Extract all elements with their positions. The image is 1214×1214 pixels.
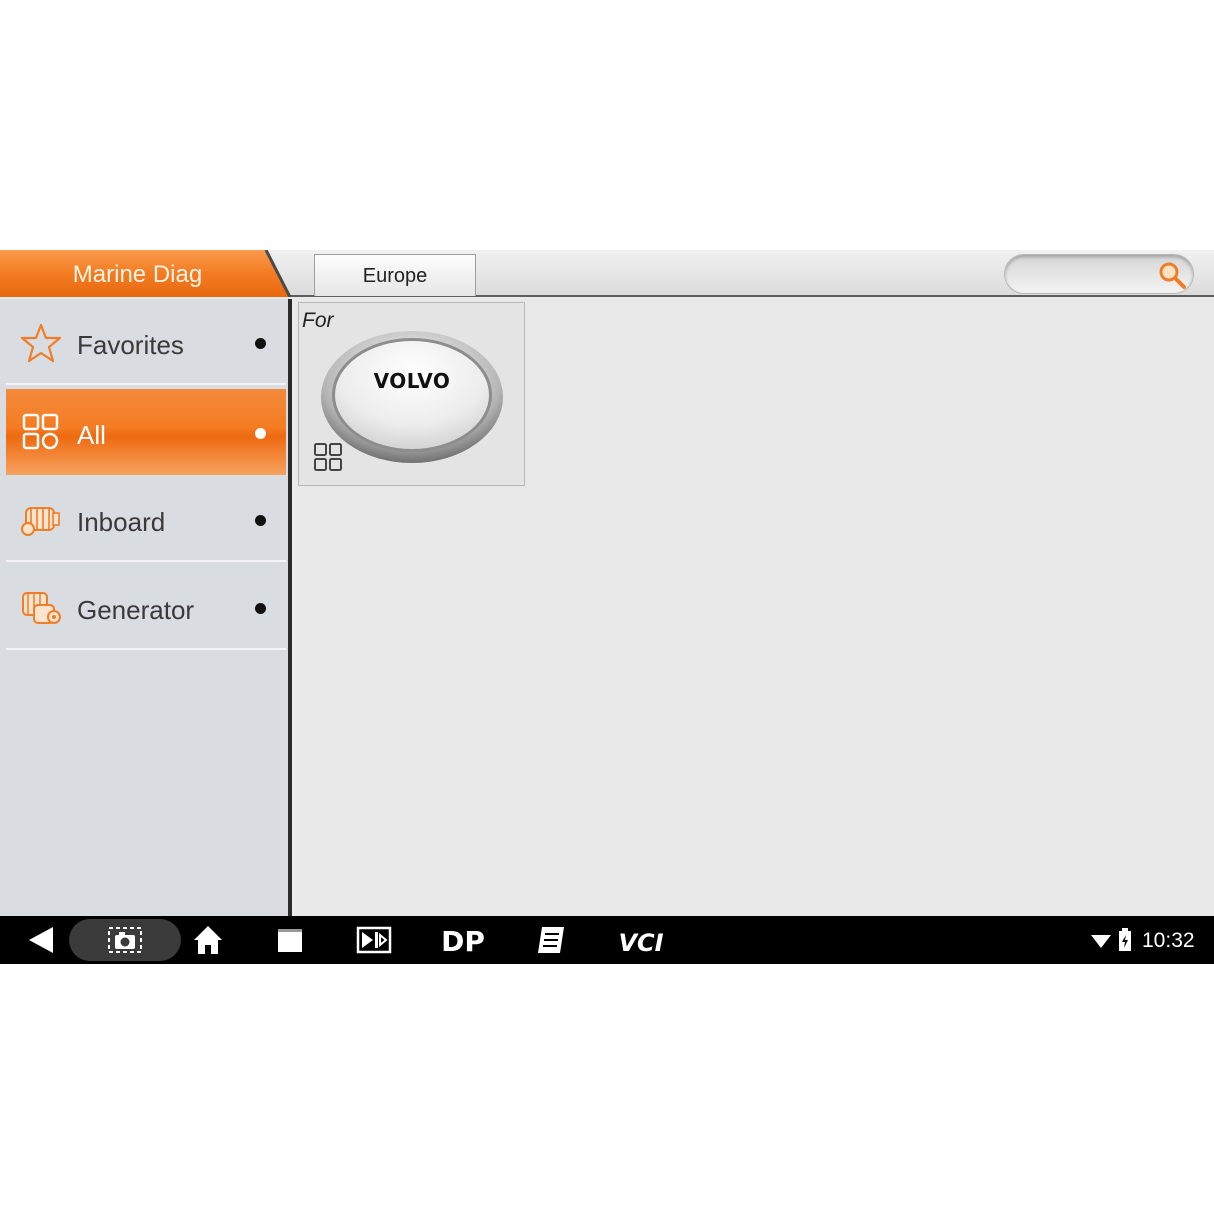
item-indicator-dot [255, 428, 266, 439]
sidebar-item-label: Favorites [77, 330, 184, 360]
vci-label: VCI [618, 929, 663, 957]
app-title-tab: Marine Diag [0, 250, 292, 297]
grid-icon [22, 413, 59, 450]
search-input[interactable] [1004, 254, 1194, 294]
screenshot-icon [108, 927, 142, 953]
category-sidebar: Favorites All Inboard Generator [0, 299, 292, 916]
home-icon[interactable] [192, 923, 224, 957]
status-time: 10:32 [1142, 929, 1195, 952]
volvo-logo-icon [321, 331, 503, 463]
sidebar-item-inboard[interactable]: Inboard [6, 476, 286, 562]
sidebar-item-favorites[interactable]: Favorites [6, 299, 286, 385]
vci-icon[interactable]: VCI [618, 923, 664, 957]
search-icon[interactable] [1157, 260, 1187, 290]
grid-icon [314, 443, 342, 471]
item-indicator-dot [255, 515, 266, 526]
sidebar-item-generator[interactable]: Generator [6, 564, 286, 650]
dp-icon[interactable]: DP [437, 923, 489, 957]
sidebar-item-all[interactable]: All [6, 389, 286, 475]
star-icon [20, 323, 62, 363]
recent-apps-icon[interactable] [275, 923, 305, 957]
wifi-icon [1091, 935, 1111, 948]
media-icon[interactable] [356, 923, 392, 957]
sidebar-item-label: Inboard [77, 507, 166, 537]
diagnostic-app-screen: Marine Diag Europe Favorites All Inboard… [0, 250, 1214, 964]
app-header: Marine Diag Europe [0, 250, 1214, 297]
tab-europe[interactable]: Europe [314, 254, 476, 296]
brand-name: VOLVO [373, 369, 451, 393]
item-indicator-dot [255, 338, 266, 349]
app-title: Marine Diag [72, 261, 203, 288]
notes-icon[interactable] [534, 923, 568, 957]
battery-icon [1119, 928, 1131, 951]
item-indicator-dot [255, 603, 266, 614]
brand-card-volvo[interactable]: For VOLVO [298, 302, 525, 486]
generator-icon [22, 592, 61, 624]
content-area: For VOLVO [296, 299, 1214, 916]
back-icon[interactable] [26, 923, 56, 957]
sidebar-item-label: Generator [77, 595, 195, 625]
screenshot-button[interactable] [69, 919, 181, 961]
dp-label: DP [441, 925, 485, 957]
engine-icon [21, 507, 60, 536]
system-nav-bar: DP VCI 10:32 [0, 916, 1214, 964]
sidebar-item-label: All [77, 420, 106, 450]
